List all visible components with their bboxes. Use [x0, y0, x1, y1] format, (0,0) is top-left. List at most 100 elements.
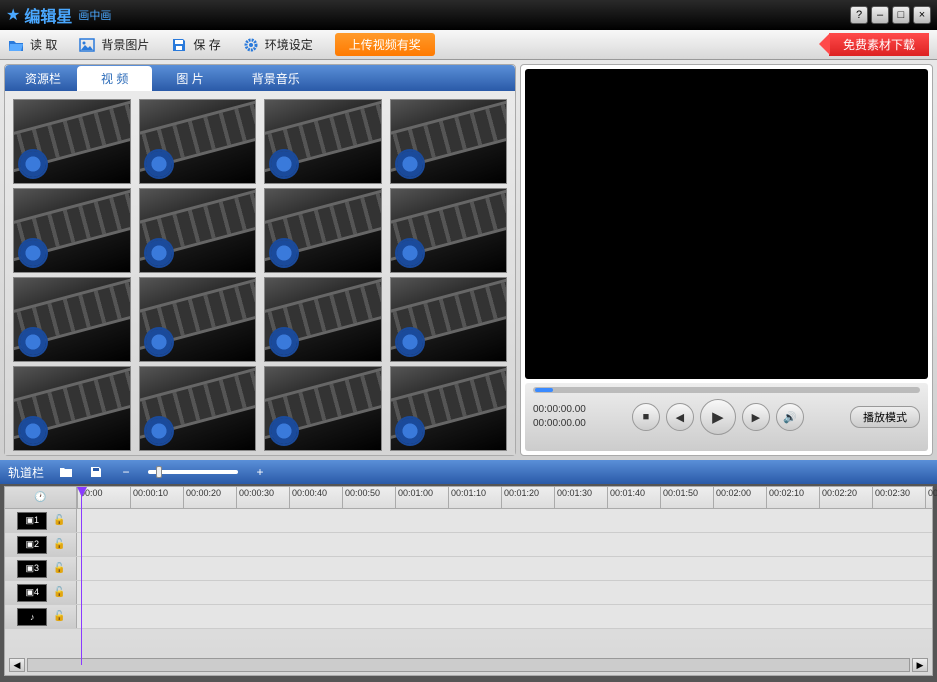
progress-fill [535, 388, 553, 392]
next-button[interactable]: ▶ [742, 403, 770, 431]
video-thumbnail[interactable] [13, 99, 131, 184]
stop-button[interactable]: ■ [632, 403, 660, 431]
save-icon [171, 37, 187, 53]
ruler-tick: 00:02:20 [819, 487, 872, 508]
lock-icon[interactable]: 🔓 [53, 611, 65, 622]
player-controls: 00:00:00.00 00:00:00.00 ■ ◀ ▶ ▶ 🔊 播放模式 [525, 383, 928, 451]
tab-bgm[interactable]: 背景音乐 [228, 66, 324, 91]
progress-bar[interactable] [533, 387, 920, 393]
lock-icon[interactable]: 🔓 [53, 563, 65, 574]
video-track-icon: ▣4 [17, 584, 47, 602]
video-thumbnail[interactable] [13, 366, 131, 451]
video-thumbnail[interactable] [390, 366, 508, 451]
play-mode-button[interactable]: 播放模式 [850, 406, 920, 428]
minimize-button[interactable]: – [871, 6, 889, 24]
settings-button[interactable]: 环境设定 [243, 36, 313, 53]
volume-button[interactable]: 🔊 [776, 403, 804, 431]
zoom-in-button[interactable]: + [252, 464, 268, 480]
video-thumbnail[interactable] [390, 99, 508, 184]
track-body[interactable] [77, 605, 932, 628]
video-thumbnail[interactable] [390, 277, 508, 362]
ruler-tick: 00:01:00 [395, 487, 448, 508]
bgimage-button[interactable]: 背景图片 [79, 36, 149, 53]
video-thumbnail[interactable] [264, 366, 382, 451]
save-button[interactable]: 保 存 [171, 36, 220, 53]
read-button[interactable]: 读 取 [8, 36, 57, 53]
ruler-tick: 00:00:50 [342, 487, 395, 508]
star-icon: ★ [6, 5, 20, 25]
timeline-save-icon[interactable] [88, 464, 104, 480]
ruler-tick: 00:01:20 [501, 487, 554, 508]
track-row: ▣2 🔓 [5, 533, 932, 557]
thumbnail-grid [5, 91, 515, 455]
ruler-tick: 00:00:30 [236, 487, 289, 508]
horizontal-scrollbar[interactable]: ◀ ▶ [9, 657, 928, 673]
video-thumbnail[interactable] [264, 188, 382, 273]
track-body[interactable] [77, 581, 932, 604]
video-thumbnail[interactable] [264, 99, 382, 184]
app-subtitle: 画中画 [78, 7, 111, 23]
track-row: ▣4 🔓 [5, 581, 932, 605]
zoom-out-button[interactable]: − [118, 464, 134, 480]
scroll-right-button[interactable]: ▶ [912, 658, 928, 672]
panel-label: 资源栏 [9, 70, 77, 91]
toolbar: 读 取 背景图片 保 存 环境设定 上传视频有奖 免费素材下载 [0, 30, 937, 60]
title-bar: ★ 编辑星 画中画 ? – □ × [0, 0, 937, 30]
track-row: ▣1🔓 [5, 509, 932, 533]
close-button[interactable]: × [913, 6, 931, 24]
ruler-tick: 00:02:40 [925, 487, 937, 508]
tab-video[interactable]: 视 频 [77, 66, 152, 91]
time-ruler[interactable]: 00:0000:00:1000:00:2000:00:3000:00:4000:… [77, 487, 932, 508]
scroll-left-button[interactable]: ◀ [9, 658, 25, 672]
tab-image[interactable]: 图 片 [152, 66, 227, 91]
ruler-tick: 00:01:10 [448, 487, 501, 508]
bgimage-label: 背景图片 [101, 36, 149, 53]
video-thumbnail[interactable] [264, 277, 382, 362]
track-body[interactable] [77, 533, 932, 556]
zoom-slider-thumb[interactable] [156, 466, 162, 478]
zoom-slider[interactable] [148, 470, 238, 474]
video-thumbnail[interactable] [13, 188, 131, 273]
maximize-button[interactable]: □ [892, 6, 910, 24]
lock-icon[interactable]: 🔓 [53, 587, 65, 598]
timeline-label: 轨道栏 [8, 464, 44, 481]
video-thumbnail[interactable] [13, 277, 131, 362]
track-body[interactable] [77, 557, 932, 580]
image-icon [79, 37, 95, 53]
ruler-tick: 00:02:10 [766, 487, 819, 508]
track-row: ♪🔓 [5, 605, 932, 629]
playhead[interactable] [77, 487, 87, 497]
ruler-tick: 00:01:30 [554, 487, 607, 508]
lock-icon[interactable]: 🔓 [53, 515, 65, 526]
track-body[interactable] [77, 509, 932, 532]
download-button[interactable]: 免费素材下载 [829, 33, 929, 56]
clock-icon: 🕐 [34, 492, 46, 503]
folder-open-icon [8, 37, 24, 53]
resource-panel: 资源栏 视 频 图 片 背景音乐 [4, 64, 516, 456]
video-thumbnail[interactable] [139, 188, 257, 273]
video-thumbnail[interactable] [139, 99, 257, 184]
timeline: 🕐 00:0000:00:1000:00:2000:00:3000:00:400… [4, 486, 933, 676]
track-head: ♪🔓 [5, 605, 77, 628]
app-title: 编辑星 [24, 3, 72, 27]
track-row: ▣3🔓 [5, 557, 932, 581]
prev-button[interactable]: ◀ [666, 403, 694, 431]
lock-icon[interactable]: 🔓 [53, 539, 65, 550]
ruler-head: 🕐 [5, 487, 77, 508]
video-thumbnail[interactable] [139, 277, 257, 362]
preview-panel: 00:00:00.00 00:00:00.00 ■ ◀ ▶ ▶ 🔊 播放模式 [520, 64, 933, 456]
gear-icon [243, 37, 259, 53]
upload-button[interactable]: 上传视频有奖 [335, 33, 435, 56]
time-total: 00:00:00.00 [533, 417, 586, 431]
ruler-tick: 00:02:30 [872, 487, 925, 508]
video-track-icon: ▣2 [17, 536, 47, 554]
help-button[interactable]: ? [850, 6, 868, 24]
timeline-open-icon[interactable] [58, 464, 74, 480]
play-button[interactable]: ▶ [700, 399, 736, 435]
track-head: ▣1🔓 [5, 509, 77, 532]
ruler-tick: 00:01:40 [607, 487, 660, 508]
video-thumbnail[interactable] [390, 188, 508, 273]
scroll-track[interactable] [27, 658, 910, 672]
ruler-tick: 00:00:10 [130, 487, 183, 508]
video-thumbnail[interactable] [139, 366, 257, 451]
